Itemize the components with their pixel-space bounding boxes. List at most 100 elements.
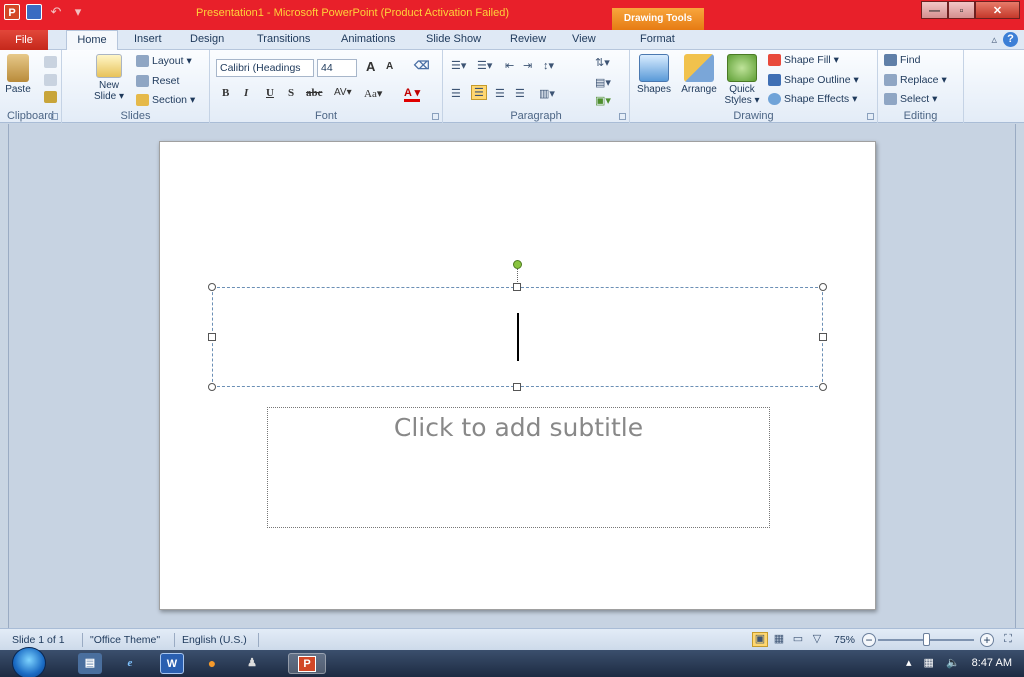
powerpoint-app-icon[interactable]: P — [4, 4, 20, 20]
minimize-button[interactable]: — — [921, 1, 948, 19]
shape-effects-button[interactable]: Shape Effects ▾ — [768, 93, 857, 105]
theme-name[interactable]: "Office Theme" — [90, 634, 160, 646]
bullets-icon[interactable]: ☰▾ — [451, 59, 466, 72]
bold-button[interactable]: B — [222, 87, 229, 99]
customize-qat-icon[interactable]: ▾ — [70, 4, 86, 20]
tab-home[interactable]: Home — [66, 30, 118, 51]
help-icon[interactable]: ? — [1003, 32, 1018, 47]
tab-slide-show[interactable]: Slide Show — [426, 33, 481, 45]
italic-button[interactable]: I — [244, 87, 248, 99]
normal-view-button[interactable]: ▣ — [752, 632, 768, 647]
find-button[interactable]: Find — [884, 54, 920, 66]
resize-handle-top[interactable] — [513, 283, 521, 291]
close-button[interactable]: ✕ — [975, 1, 1020, 19]
font-launcher-icon[interactable] — [432, 113, 439, 120]
select-button[interactable]: Select ▾ — [884, 93, 937, 105]
shape-fill-button[interactable]: Shape Fill ▾ — [768, 54, 839, 66]
columns-icon[interactable]: ▥▾ — [539, 87, 555, 100]
shrink-font-button[interactable]: A — [386, 61, 393, 72]
font-size-dropdown[interactable]: 44 — [317, 59, 357, 77]
new-slide-button[interactable]: New Slide ▾ — [92, 54, 126, 102]
section-button[interactable]: Section ▾ — [136, 94, 195, 106]
layout-button[interactable]: Layout ▾ — [136, 55, 192, 67]
subtitle-placeholder[interactable]: Click to add subtitle — [267, 407, 770, 528]
tab-animations[interactable]: Animations — [341, 33, 395, 45]
reset-button[interactable]: Reset — [136, 75, 179, 87]
tab-design[interactable]: Design — [190, 33, 224, 45]
increase-indent-icon[interactable]: ⇥ — [523, 59, 532, 72]
cut-icon[interactable] — [44, 56, 57, 68]
minimize-ribbon-icon[interactable]: ▵ — [991, 33, 997, 46]
format-painter-icon[interactable] — [44, 91, 57, 103]
arrange-button[interactable]: Arrange — [677, 54, 721, 95]
powerpoint-taskbar-button[interactable]: P — [288, 653, 326, 674]
reading-view-button[interactable]: ▭ — [790, 632, 806, 647]
paragraph-launcher-icon[interactable] — [619, 113, 626, 120]
drawing-launcher-icon[interactable] — [867, 113, 874, 120]
slide-show-view-button[interactable]: ▽ — [809, 632, 825, 647]
character-spacing-button[interactable]: AV▾ — [334, 87, 352, 98]
undo-icon[interactable]: ↶ — [48, 4, 64, 20]
grow-font-button[interactable]: A — [366, 59, 375, 74]
clear-formatting-icon[interactable]: ⌫ — [414, 59, 430, 72]
zoom-in-button[interactable]: + — [980, 633, 994, 647]
volume-icon[interactable]: 🔈 — [946, 656, 960, 669]
clock[interactable]: 8:47 AM — [972, 657, 1012, 669]
smartart-icon[interactable]: ▣▾ — [595, 94, 611, 107]
resize-handle-left[interactable] — [208, 333, 216, 341]
decrease-indent-icon[interactable]: ⇤ — [505, 59, 514, 72]
zoom-level[interactable]: 75% — [834, 634, 855, 646]
font-color-button[interactable]: A ▾ — [404, 87, 421, 102]
language-indicator[interactable]: English (U.S.) — [182, 634, 247, 646]
zoom-out-button[interactable]: − — [862, 633, 876, 647]
tab-review[interactable]: Review — [510, 33, 546, 45]
save-icon[interactable] — [26, 4, 42, 20]
align-center-icon[interactable]: ☰ — [471, 85, 487, 100]
tab-file[interactable]: File — [0, 30, 48, 50]
paste-button[interactable]: Paste — [4, 54, 32, 95]
shapes-button[interactable]: Shapes — [634, 54, 674, 95]
copy-icon[interactable] — [44, 74, 57, 86]
text-direction-icon[interactable]: ⇅▾ — [595, 56, 610, 69]
align-text-icon[interactable]: ▤▾ — [595, 76, 611, 89]
resize-handle-bottom[interactable] — [513, 383, 521, 391]
start-button[interactable] — [12, 647, 46, 677]
justify-icon[interactable]: ☰ — [515, 87, 525, 100]
text-shadow-button[interactable]: S — [288, 87, 294, 99]
show-hidden-icons-icon[interactable]: ▴ — [906, 656, 912, 669]
shape-outline-button[interactable]: Shape Outline ▾ — [768, 74, 859, 86]
rotation-handle[interactable] — [513, 260, 522, 269]
tab-insert[interactable]: Insert — [134, 33, 162, 45]
slide-canvas[interactable]: Click to add subtitle — [159, 141, 876, 610]
resize-handle-right[interactable] — [819, 333, 827, 341]
resize-handle-bottom-right[interactable] — [819, 383, 827, 391]
resize-handle-top-right[interactable] — [819, 283, 827, 291]
quick-styles-button[interactable]: Quick Styles ▾ — [723, 54, 761, 106]
tab-view[interactable]: View — [572, 33, 596, 45]
clipboard-launcher-icon[interactable] — [51, 113, 58, 120]
firefox-taskbar-icon[interactable]: ● — [200, 653, 224, 674]
resize-handle-bottom-left[interactable] — [208, 383, 216, 391]
tab-format[interactable]: Format — [640, 33, 675, 45]
explorer-taskbar-icon[interactable]: ▤ — [78, 653, 102, 674]
maximize-button[interactable]: ▫ — [948, 1, 975, 19]
network-icon[interactable]: ▦ — [924, 656, 934, 669]
app-taskbar-icon[interactable]: ♟ — [240, 653, 264, 674]
word-taskbar-icon[interactable]: W — [160, 653, 184, 674]
resize-handle-top-left[interactable] — [208, 283, 216, 291]
align-left-icon[interactable]: ☰ — [451, 87, 461, 100]
numbering-icon[interactable]: ☰▾ — [477, 59, 492, 72]
line-spacing-icon[interactable]: ↕▾ — [543, 59, 554, 72]
font-name-dropdown[interactable]: Calibri (Headings — [216, 59, 314, 77]
change-case-button[interactable]: Aa▾ — [364, 87, 382, 100]
align-right-icon[interactable]: ☰ — [495, 87, 505, 100]
underline-button[interactable]: U — [266, 87, 274, 99]
fit-to-window-button[interactable]: ⛶ — [1000, 632, 1016, 647]
replace-button[interactable]: Replace ▾ — [884, 74, 947, 86]
strikethrough-button[interactable]: abc — [306, 87, 323, 99]
tab-transitions[interactable]: Transitions — [257, 33, 310, 45]
internet-explorer-taskbar-icon[interactable]: e — [118, 653, 142, 674]
slide-sorter-view-button[interactable]: ▦ — [771, 632, 787, 647]
title-placeholder[interactable] — [208, 260, 827, 391]
zoom-slider-thumb[interactable] — [922, 633, 930, 646]
